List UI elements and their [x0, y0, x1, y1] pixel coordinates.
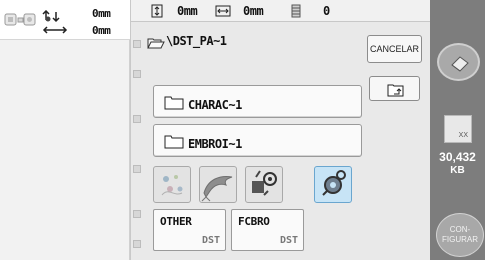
- folder-label: EMBROI~1: [188, 137, 242, 151]
- file-size-icon: XX: [444, 115, 472, 143]
- file-name: OTHER: [160, 215, 192, 228]
- rail-notch: [133, 70, 141, 78]
- current-path-label: \DST_PA~1: [166, 34, 227, 48]
- memory-button[interactable]: [437, 43, 480, 81]
- width-icon: [215, 5, 231, 17]
- rail-notch: [133, 165, 141, 173]
- free-memory-value: 30,432: [439, 150, 476, 164]
- floral-pattern-icon: [161, 175, 183, 196]
- gear-embroidery-thumb[interactable]: [314, 166, 352, 203]
- info-bar: 0mm 0mm 0: [131, 0, 431, 22]
- cancel-button-label: CANCELAR: [369, 44, 419, 54]
- height-icon: [151, 4, 163, 18]
- stitch-count-value: 0: [323, 4, 330, 18]
- free-memory-unit: KB: [450, 165, 465, 176]
- rail-notch: [133, 240, 141, 248]
- design-height-value: 0mm: [92, 7, 111, 20]
- up-folder-icon: [387, 84, 404, 97]
- eraser-icon: [451, 56, 469, 72]
- preview-header: 0mm 0mm: [0, 0, 130, 40]
- folder-icon: [164, 96, 184, 110]
- folder-icon: [164, 135, 184, 149]
- file-item[interactable]: FCBRO DST: [231, 209, 304, 251]
- folder-label: CHARAC~1: [188, 98, 242, 112]
- gear-embroidery-icon: [322, 170, 346, 196]
- floral-pattern-thumb[interactable]: [153, 166, 191, 203]
- machine-gear-thumb[interactable]: [245, 166, 283, 203]
- parent-folder-button[interactable]: [369, 76, 420, 101]
- file-extension: DST: [279, 235, 298, 246]
- info-width-value: 0mm: [243, 4, 264, 18]
- rail-notch: [133, 115, 141, 123]
- folder-item[interactable]: CHARAC~1: [153, 85, 362, 118]
- folder-panel: 0mm 0mm 0 \DST_PA~1 CANCELAR CHARAC~1 EM…: [130, 0, 431, 260]
- open-folder-icon: [147, 38, 165, 49]
- current-path: \DST_PA~1: [141, 28, 361, 54]
- size-arrows-icon: [42, 10, 68, 34]
- presser-foot-icon: [4, 13, 36, 26]
- file-browser-screen: 0mm 0mm 0mm 0mm 0 \DST_PA~1 CANCELAR CHA…: [0, 0, 485, 260]
- rail-notch: [133, 210, 141, 218]
- machine-gear-icon: [252, 170, 277, 196]
- file-icon-label: XX: [458, 132, 468, 139]
- file-extension: DST: [201, 235, 220, 246]
- scroll-rail: [131, 25, 143, 257]
- right-sidebar: XX 30,432 KB CON- FIGURAR: [430, 0, 485, 260]
- file-item[interactable]: OTHER DST: [153, 209, 226, 251]
- info-height-value: 0mm: [177, 4, 198, 18]
- dolphin-icon: [201, 176, 233, 202]
- cancel-button[interactable]: CANCELAR: [367, 35, 422, 63]
- dolphin-thumb[interactable]: [199, 166, 237, 203]
- file-name: FCBRO: [238, 215, 270, 228]
- rail-notch: [133, 40, 141, 48]
- config-button[interactable]: CON- FIGURAR: [436, 213, 484, 257]
- design-width-value: 0mm: [92, 24, 111, 37]
- folder-item[interactable]: EMBROI~1: [153, 124, 362, 157]
- config-button-label: CON- FIGURAR: [442, 225, 478, 244]
- preview-pane: 0mm 0mm: [0, 0, 130, 260]
- thread-spool-icon: [291, 4, 301, 18]
